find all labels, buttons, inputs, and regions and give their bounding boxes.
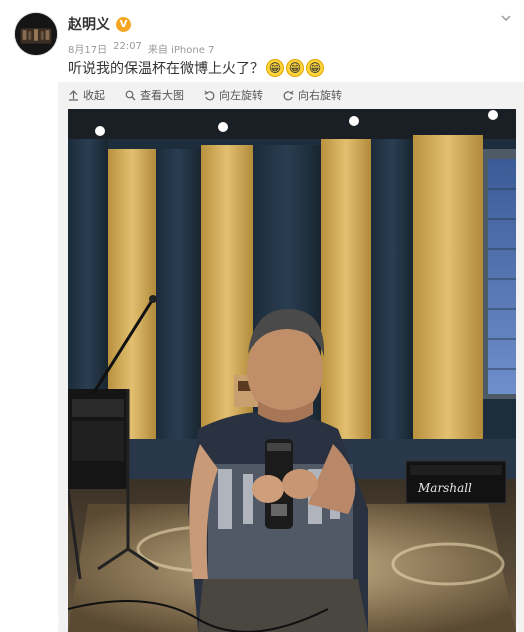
post-time[interactable]: 22:07 (113, 41, 142, 56)
collapse-button[interactable]: 收起 (68, 86, 105, 104)
username[interactable]: 赵明义 (68, 14, 110, 34)
rotate-left-button[interactable]: 向左旋转 (204, 86, 263, 104)
amp-brand-label: Marshall (417, 481, 472, 495)
rotate-right-button[interactable]: 向右旋转 (283, 86, 342, 104)
watermark: 大众资讯 (6, 612, 60, 627)
media-toolbar: 收起 查看大图 向左旋转 向右旋转 (68, 86, 342, 104)
grin-emoji-icon: 😁 (306, 59, 324, 77)
post-photo[interactable]: Marshall (68, 109, 516, 632)
studio-photo: Marshall (68, 109, 516, 632)
rotate-right-icon (283, 90, 294, 100)
collapse-icon (69, 89, 78, 101)
watermark-text: 大众资讯 (20, 616, 60, 627)
grin-emoji-icon: 😁 (286, 59, 304, 77)
rotate-right-label: 向右旋转 (298, 89, 342, 102)
post-meta: 8月17日 22:07 来自 iPhone 7 (68, 41, 214, 56)
username-row: 赵明义 V (68, 14, 131, 34)
avatar[interactable] (14, 12, 58, 56)
source-prefix: 来自 (147, 45, 168, 56)
rotate-left-label: 向左旋转 (219, 89, 263, 102)
verified-badge-icon: V (116, 16, 131, 32)
magnifier-icon (125, 90, 136, 100)
post-date[interactable]: 8月17日 (68, 41, 107, 56)
device-source[interactable]: iPhone 7 (171, 45, 214, 56)
view-large-button[interactable]: 查看大图 (125, 86, 184, 104)
weibo-post: 赵明义 V 8月17日 22:07 来自 iPhone 7 听说我的保温杯在微博… (0, 0, 524, 632)
avatar-image (15, 13, 57, 55)
watermark-logo-icon (6, 614, 17, 625)
post-text-content: 听说我的保温杯在微博上火了？ (68, 61, 264, 77)
rotate-left-icon (204, 90, 215, 100)
chevron-down-icon[interactable] (500, 12, 512, 24)
collapse-label: 收起 (83, 89, 105, 102)
grin-emoji-icon: 😁 (266, 59, 284, 77)
post-text: 听说我的保温杯在微博上火了？ 😁 😁 😁 (68, 58, 324, 78)
view-large-label: 查看大图 (140, 89, 184, 102)
